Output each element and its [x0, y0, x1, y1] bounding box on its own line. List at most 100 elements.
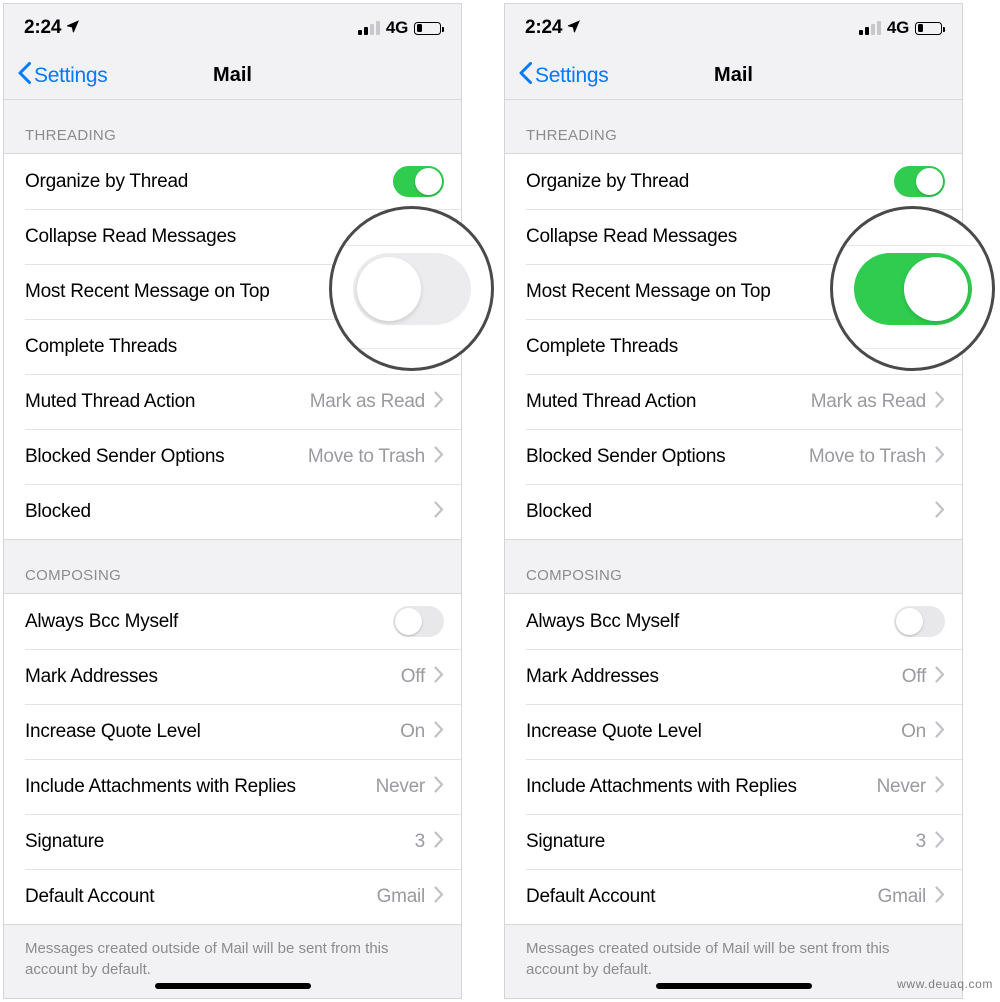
row-value: Gmail: [877, 885, 927, 907]
row-value: On: [400, 720, 425, 742]
status-bar-right: 2:24 4G: [505, 4, 962, 52]
back-button-label: Settings: [535, 63, 609, 87]
chevron-left-icon: [18, 61, 31, 90]
chevron-right-icon: [434, 885, 444, 908]
row-organize-by-thread[interactable]: Organize by Thread: [4, 154, 461, 209]
chevron-right-icon: [434, 500, 444, 523]
row-muted-thread-action[interactable]: Muted Thread Action Mark as Read: [505, 374, 962, 429]
status-bar-left: 2:24 4G: [4, 4, 461, 52]
row-signature[interactable]: Signature 3: [505, 814, 962, 869]
row-include-attachments-with-replies[interactable]: Include Attachments with Replies Never: [4, 759, 461, 814]
row-label: Organize by Thread: [25, 170, 189, 192]
row-always-bcc-myself[interactable]: Always Bcc Myself: [4, 594, 461, 649]
status-bar-left-group: 2:24: [525, 17, 581, 39]
status-time: 2:24: [24, 17, 62, 38]
row-value: Move to Trash: [307, 445, 425, 467]
row-mark-addresses[interactable]: Mark Addresses Off: [4, 649, 461, 704]
chevron-right-icon: [935, 445, 945, 468]
row-label: Blocked Sender Options: [526, 445, 726, 467]
cellular-signal-icon: [858, 20, 881, 35]
row-organize-by-thread[interactable]: Organize by Thread: [505, 154, 962, 209]
row-value: 3: [915, 830, 927, 852]
row-label: Mark Addresses: [526, 665, 659, 687]
chevron-right-icon: [935, 390, 945, 413]
row-label: Always Bcc Myself: [25, 610, 179, 632]
location-arrow-icon: [66, 19, 80, 38]
row-value: 3: [414, 830, 426, 852]
row-value: On: [901, 720, 926, 742]
row-always-bcc-myself[interactable]: Always Bcc Myself: [505, 594, 962, 649]
row-blocked[interactable]: Blocked: [4, 484, 461, 539]
row-label: Increase Quote Level: [526, 720, 702, 742]
row-include-attachments-with-replies[interactable]: Include Attachments with Replies Never: [505, 759, 962, 814]
row-label: Default Account: [25, 885, 155, 907]
row-muted-thread-action[interactable]: Muted Thread Action Mark as Read: [4, 374, 461, 429]
row-label: Muted Thread Action: [526, 390, 697, 412]
row-label: Muted Thread Action: [25, 390, 196, 412]
chevron-right-icon: [434, 830, 444, 853]
magnified-toggle-off[interactable]: [352, 252, 471, 325]
section-header-composing: COMPOSING: [505, 540, 962, 593]
status-bar-right-group: 4G: [858, 18, 945, 38]
row-increase-quote-level[interactable]: Increase Quote Level On: [4, 704, 461, 759]
row-increase-quote-level[interactable]: Increase Quote Level On: [505, 704, 962, 759]
row-label: Always Bcc Myself: [526, 610, 680, 632]
home-indicator[interactable]: [154, 983, 311, 989]
status-bar-left-group: 2:24: [24, 17, 80, 39]
toggle-always-bcc-myself[interactable]: [393, 606, 444, 637]
chevron-right-icon: [935, 665, 945, 688]
chevron-right-icon: [434, 445, 444, 468]
toggle-organize-by-thread[interactable]: [894, 166, 945, 197]
toggle-organize-by-thread[interactable]: [393, 166, 444, 197]
row-blocked-sender-options[interactable]: Blocked Sender Options Move to Trash: [4, 429, 461, 484]
row-label: Include Attachments with Replies: [526, 775, 797, 797]
chevron-right-icon: [434, 665, 444, 688]
section-group-composing: Always Bcc Myself Mark Addresses Off Inc…: [4, 593, 461, 925]
phone-screen-right: 2:24 4G Settings Mail THREADING Organize…: [504, 3, 963, 999]
chevron-right-icon: [935, 830, 945, 853]
magnifier-callout-left: [329, 206, 494, 371]
row-label: Mark Addresses: [25, 665, 158, 687]
carrier-label: 4G: [385, 18, 408, 37]
magnified-toggle-on[interactable]: [853, 252, 972, 325]
section-header-threading: THREADING: [4, 100, 461, 153]
screenshot-root: 2:24 4G Settings Mail THREADING Organize…: [0, 0, 1000, 1002]
row-label: Signature: [25, 830, 105, 852]
cellular-signal-icon: [357, 20, 380, 35]
row-label: Include Attachments with Replies: [25, 775, 296, 797]
row-signature[interactable]: Signature 3: [4, 814, 461, 869]
chevron-right-icon: [935, 720, 945, 743]
section-group-composing: Always Bcc Myself Mark Addresses Off Inc…: [505, 593, 962, 925]
carrier-label: 4G: [886, 18, 909, 37]
row-default-account[interactable]: Default Account Gmail: [4, 869, 461, 924]
battery-icon: [915, 21, 945, 35]
watermark: www.deuaq.com: [897, 977, 993, 991]
footer-note: Messages created outside of Mail will be…: [4, 925, 461, 981]
row-value: Move to Trash: [808, 445, 926, 467]
chevron-right-icon: [434, 720, 444, 743]
row-value: Mark as Read: [810, 390, 927, 412]
toggle-always-bcc-myself[interactable]: [894, 606, 945, 637]
nav-bar-right: Settings Mail: [505, 52, 962, 100]
back-button-label: Settings: [34, 63, 108, 87]
home-indicator[interactable]: [655, 983, 812, 989]
chevron-right-icon: [434, 390, 444, 413]
back-button[interactable]: Settings: [505, 61, 609, 90]
chevron-right-icon: [935, 885, 945, 908]
location-arrow-icon: [567, 19, 581, 38]
row-value: Never: [876, 775, 927, 797]
back-button[interactable]: Settings: [4, 61, 108, 90]
phone-screen-left: 2:24 4G Settings Mail THREADING Organize…: [3, 3, 462, 999]
row-value: Mark as Read: [309, 390, 426, 412]
row-default-account[interactable]: Default Account Gmail: [505, 869, 962, 924]
row-mark-addresses[interactable]: Mark Addresses Off: [505, 649, 962, 704]
chevron-right-icon: [935, 500, 945, 523]
row-label: Blocked Sender Options: [25, 445, 225, 467]
row-label: Signature: [526, 830, 606, 852]
row-blocked[interactable]: Blocked: [505, 484, 962, 539]
row-blocked-sender-options[interactable]: Blocked Sender Options Move to Trash: [505, 429, 962, 484]
row-label: Organize by Thread: [526, 170, 690, 192]
section-header-threading: THREADING: [505, 100, 962, 153]
chevron-right-icon: [434, 775, 444, 798]
row-value: Never: [375, 775, 426, 797]
